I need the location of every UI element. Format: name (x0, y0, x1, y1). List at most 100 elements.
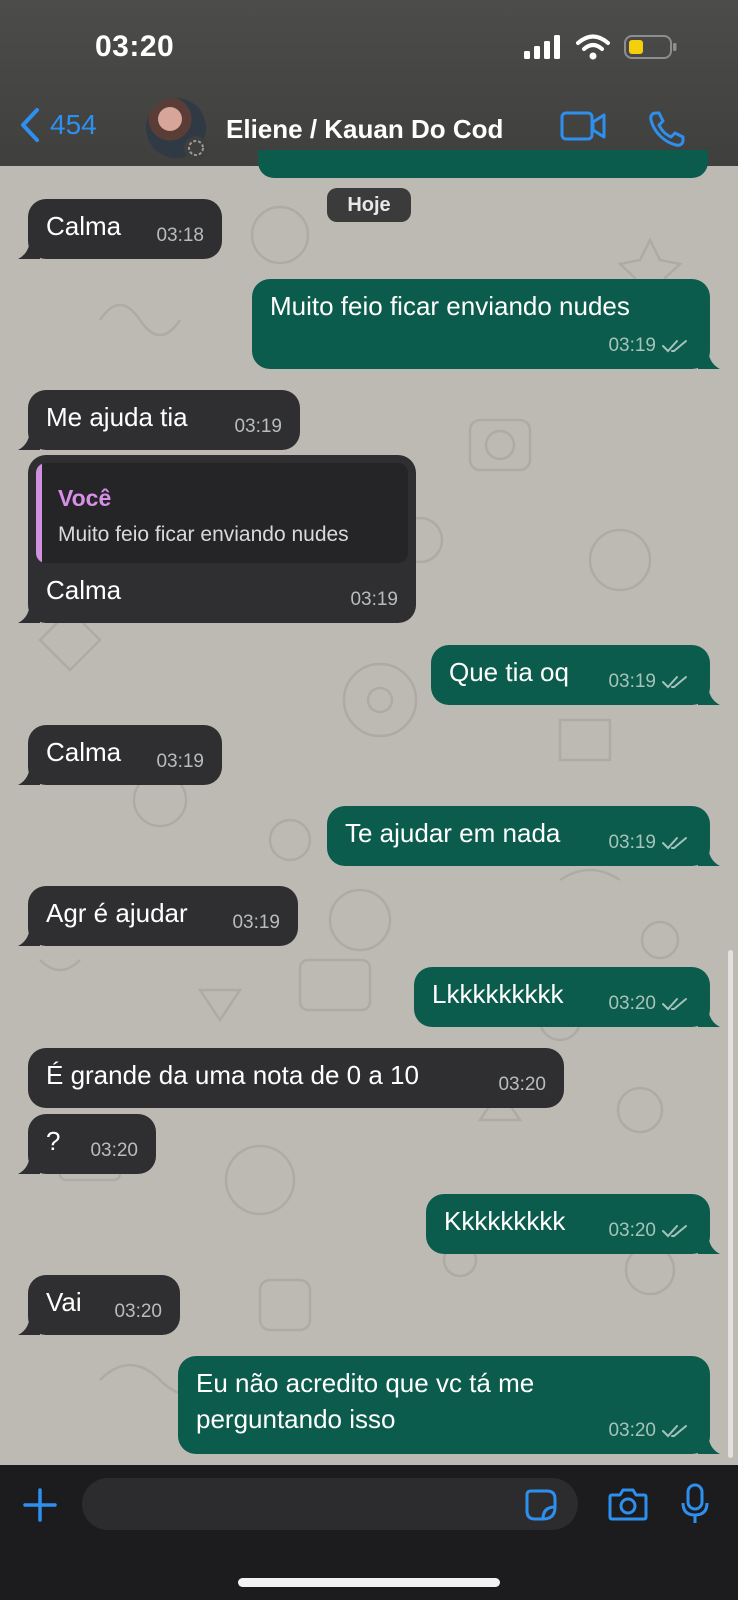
message-outgoing[interactable]: Te ajudar em nada 03:19 (327, 806, 720, 866)
message-outgoing[interactable]: Lkkkkkkkkk 03:20 (414, 967, 720, 1027)
message-time-wrap: 03:20 (90, 1140, 138, 1162)
message-outgoing[interactable]: Que tia oq 03:19 (431, 645, 720, 705)
unread-count: 454 (50, 109, 97, 140)
message-time-wrap: 03:19 (156, 751, 204, 773)
read-receipt-icon (662, 340, 687, 353)
wifi-icon (576, 34, 610, 60)
message-time-wrap: 03:19 (234, 416, 282, 438)
message-text: Calma (46, 737, 122, 767)
home-indicator (238, 1578, 500, 1587)
message-time-wrap: 03:19 (232, 912, 280, 934)
date-separator: Hoje (327, 188, 411, 222)
status-ring-icon (184, 136, 208, 160)
battery-icon (624, 35, 677, 59)
bubble-tail (18, 763, 40, 785)
bubble-tail (698, 1232, 720, 1254)
message-incoming[interactable]: É grande da uma nota de 0 a 10 03:20 (28, 1048, 564, 1108)
bubble-tail (18, 924, 40, 946)
sticker-icon[interactable] (525, 1489, 557, 1521)
status-icons (524, 34, 678, 60)
message-outgoing[interactable]: Eu não acredito que vc tá me perguntando… (178, 1356, 720, 1454)
message-text: Calma (46, 211, 122, 241)
message-time: 03:19 (234, 416, 282, 437)
message-text: Kkkkkkkkk (444, 1206, 566, 1236)
message-incoming[interactable]: ? 03:20 (18, 1114, 156, 1174)
video-call-icon[interactable] (560, 110, 606, 142)
message-time-wrap: 03:20 (608, 993, 688, 1015)
message-text: É grande da uma nota de 0 a 10 (46, 1060, 419, 1090)
bubble-tail (698, 347, 720, 369)
quote-text: Muito feio ficar enviando nudes (58, 523, 349, 546)
bubble-tail (18, 601, 40, 623)
message-text-line-2: perguntando isso (196, 1404, 396, 1434)
message-text: Que tia oq (449, 657, 569, 687)
read-receipt-icon (662, 837, 687, 850)
message-time-wrap: 03:20 (498, 1074, 546, 1096)
message-time-wrap: 03:20 (608, 1220, 688, 1242)
bubble-tail (698, 683, 720, 705)
quote-bar (36, 463, 42, 563)
message-incoming[interactable]: Me ajuda tia 03:19 (18, 390, 300, 450)
message-time: 03:20 (90, 1140, 138, 1161)
message-text: Agr é ajudar (46, 898, 188, 928)
bubble-tail (18, 1313, 40, 1335)
message-incoming[interactable]: Calma 03:18 (18, 199, 222, 259)
bubble-tail (18, 1152, 40, 1174)
message-time: 03:19 (608, 832, 656, 853)
message-time: 03:20 (498, 1074, 546, 1095)
message-text: Te ajudar em nada (345, 818, 561, 848)
message-text: Calma (46, 575, 122, 605)
quoted-message[interactable]: Você Muito feio ficar enviando nudes (36, 463, 408, 563)
previous-message-partial (258, 150, 708, 178)
message-time-wrap: 03:20 (114, 1301, 162, 1323)
read-receipt-icon (662, 1225, 687, 1238)
read-receipt-icon (662, 676, 687, 689)
message-outgoing[interactable]: Muito feio ficar enviando nudes 03:19 (252, 279, 720, 369)
message-time: 03:20 (608, 1220, 656, 1241)
bubble-tail (698, 1432, 720, 1454)
message-time: 03:20 (608, 993, 656, 1014)
message-time: 03:19 (232, 912, 280, 933)
status-time: 03:20 (95, 30, 175, 63)
signal-icon (524, 35, 560, 59)
contact-name[interactable]: Eliene / Kauan Do Cod (226, 114, 503, 145)
message-incoming[interactable]: Calma 03:19 (18, 725, 222, 785)
back-button[interactable]: 454 (20, 108, 97, 142)
message-time: 03:19 (608, 335, 656, 356)
message-time-wrap: 03:20 (608, 1420, 688, 1442)
message-incoming-reply[interactable]: Você Muito feio ficar enviando nudes Cal… (18, 455, 416, 623)
message-time-wrap: 03:19 (608, 335, 688, 357)
plus-icon[interactable] (22, 1487, 58, 1523)
message-text: Muito feio ficar enviando nudes (270, 291, 630, 321)
camera-icon[interactable] (608, 1487, 648, 1521)
message-text-line-1: Eu não acredito que vc tá me (196, 1368, 535, 1398)
message-outgoing[interactable]: Kkkkkkkkk 03:20 (426, 1194, 720, 1254)
message-time: 03:19 (350, 589, 398, 610)
message-time-wrap: 03:18 (156, 225, 204, 247)
message-time: 03:19 (608, 671, 656, 692)
message-time-wrap: 03:19 (608, 671, 688, 693)
chevron-left-icon (21, 108, 39, 142)
message-input[interactable] (82, 1478, 578, 1530)
read-receipt-icon (662, 1425, 687, 1438)
message-incoming[interactable]: Agr é ajudar 03:19 (18, 886, 298, 946)
quote-author: Você (58, 485, 112, 511)
message-incoming[interactable]: Vai 03:20 (18, 1275, 180, 1335)
bubble-tail (18, 237, 40, 259)
message-time: 03:20 (608, 1420, 656, 1441)
message-text: Vai (46, 1287, 82, 1317)
message-composer (0, 1465, 738, 1600)
message-time: 03:19 (156, 751, 204, 772)
message-time: 03:20 (114, 1301, 162, 1322)
bubble-tail (18, 428, 40, 450)
bubble-tail (698, 1005, 720, 1027)
message-time-wrap: 03:19 (608, 832, 688, 854)
message-text: Me ajuda tia (46, 402, 188, 432)
scroll-indicator[interactable] (728, 950, 733, 1458)
message-time-wrap: 03:19 (350, 589, 398, 611)
bubble-tail (698, 844, 720, 866)
phone-call-icon[interactable] (648, 110, 686, 148)
microphone-icon[interactable] (680, 1483, 710, 1525)
chat-header: 03:20 454 Eliene / Kauan Do Cod (0, 0, 738, 166)
read-receipt-icon (662, 998, 687, 1011)
